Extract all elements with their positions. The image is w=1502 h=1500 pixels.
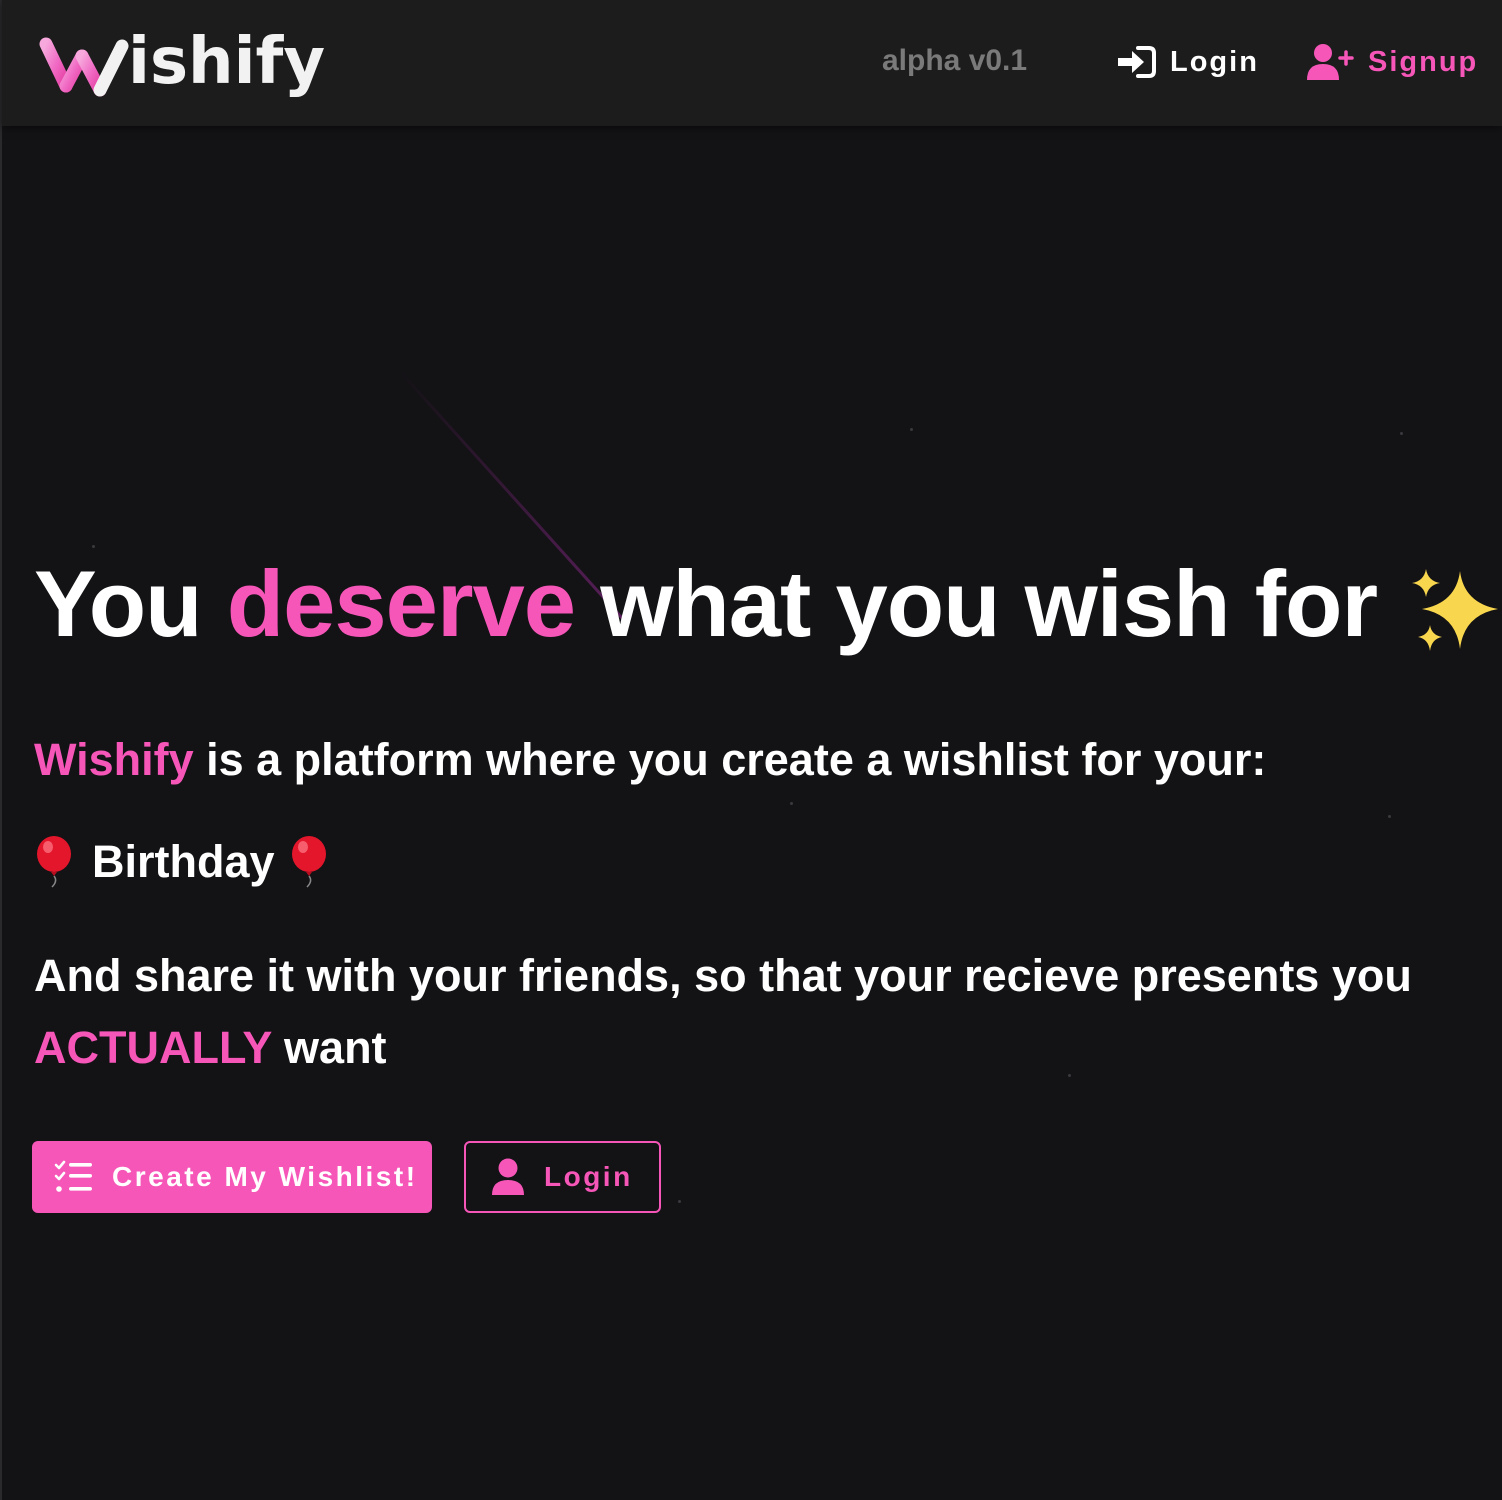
occasion-line: Birthday: [34, 836, 343, 888]
top-navbar: ishify alpha v0.1 Login Signup: [2, 0, 1502, 126]
share-text: And share it with your friends, so that …: [34, 950, 1412, 1001]
hero-title: You deserve what you wish for: [34, 548, 1502, 661]
nav-signup-label: Signup: [1368, 45, 1479, 78]
user-icon: [492, 1158, 524, 1195]
balloon-icon: [291, 836, 326, 888]
description-brand: Wishify: [34, 734, 194, 785]
login-button-label: Login: [544, 1161, 633, 1192]
star-dot: [910, 428, 913, 431]
share-end: want: [271, 1022, 387, 1073]
star-dot: [1388, 815, 1391, 818]
occasion-label: Birthday: [92, 836, 275, 887]
balloon-icon: [37, 836, 71, 888]
logo-text: ishify: [128, 25, 326, 99]
hero-description: Wishify is a platform where you create a…: [34, 734, 1266, 786]
create-wishlist-label: Create My Wishlist!: [112, 1161, 418, 1192]
hero-title-part2: what you wish for: [575, 551, 1378, 656]
checklist-icon: [54, 1160, 92, 1192]
star-dot: [1400, 432, 1403, 435]
share-highlight: ACTUALLY: [34, 1022, 272, 1073]
login-button[interactable]: Login: [464, 1141, 661, 1213]
version-label: alpha v0.1: [882, 44, 1028, 77]
user-plus-icon: [1307, 44, 1354, 80]
description-text: is a platform where you create a wishlis…: [193, 734, 1267, 785]
nav-signup-button[interactable]: Signup: [1306, 40, 1478, 84]
share-description: And share it with your friends, so that …: [34, 940, 1454, 1084]
sparkles-icon: [1412, 569, 1499, 652]
wishify-w-logo-icon: [39, 37, 129, 97]
brand-logo[interactable]: ishify: [38, 22, 325, 102]
nav-login-button[interactable]: Login: [1116, 40, 1259, 84]
star-dot: [790, 802, 793, 805]
star-dot: [678, 1200, 681, 1203]
nav-login-label: Login: [1170, 45, 1259, 78]
hero-title-part1: You: [34, 551, 227, 656]
sign-in-icon: [1118, 46, 1156, 78]
create-wishlist-button[interactable]: Create My Wishlist!: [32, 1141, 432, 1213]
hero-title-highlight: deserve: [226, 551, 576, 656]
